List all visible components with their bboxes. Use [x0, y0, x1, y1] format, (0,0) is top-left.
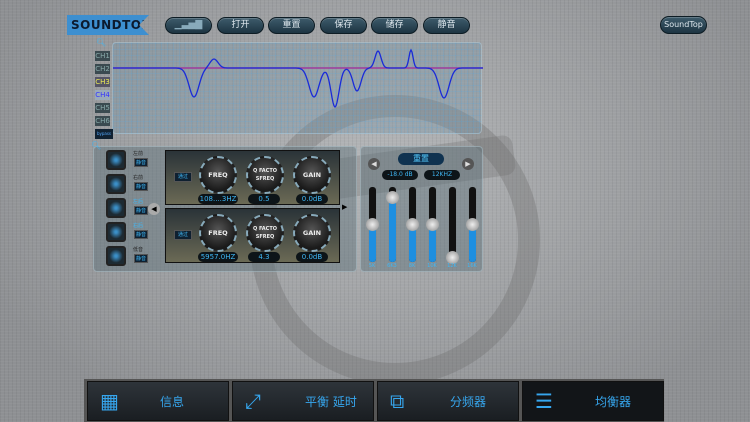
q-knob[interactable]: Q FACTO SFREQ: [246, 156, 284, 194]
band-label: 16K: [467, 263, 477, 269]
channel-mute-button[interactable]: 静音: [134, 206, 148, 215]
nav-tab[interactable]: ⧉ 分频器: [377, 381, 519, 421]
slider-thumb[interactable]: [366, 217, 379, 231]
band-gain-value: -18.0 dB: [382, 170, 418, 180]
soundtop-logo: SOUNDTOP: [67, 15, 149, 35]
channel-label: 左后: [133, 199, 144, 205]
gain-knob[interactable]: GAIN: [293, 214, 331, 252]
slider-thumb[interactable]: [406, 217, 419, 231]
nav-tab[interactable]: ⤢ 平衡 延时: [232, 381, 374, 421]
soundtop-button[interactable]: SoundTop: [660, 16, 707, 34]
q-value: 4.3: [248, 252, 280, 262]
grid-icon: ▦: [100, 389, 119, 413]
band-slider[interactable]: [446, 187, 459, 265]
mute-button[interactable]: 静音: [423, 17, 470, 34]
next-band-icon[interactable]: ▶: [462, 158, 474, 170]
freq-value: 5957.0HZ: [198, 252, 238, 262]
channel-ch1[interactable]: CH1: [95, 51, 110, 61]
band-reset-button[interactable]: 重置: [398, 153, 444, 165]
save-button[interactable]: 保存: [320, 17, 367, 34]
freq-value: 108....3HZ: [198, 194, 238, 204]
q-value: 0.5: [248, 194, 280, 204]
channel-ch3[interactable]: CH3: [95, 77, 110, 87]
channel-label: 右后: [133, 223, 144, 229]
band-label: 6K3: [387, 263, 397, 269]
q-knob[interactable]: Q FACTO SFREQ: [246, 214, 284, 252]
zoom-icon[interactable]: 🔍︎: [96, 38, 106, 47]
freq-knob[interactable]: FREQ: [199, 214, 237, 252]
band-slider[interactable]: [386, 187, 399, 262]
channel-label: 低音: [133, 247, 144, 253]
channel-mute-button[interactable]: 静音: [134, 230, 148, 239]
band-label: 10K: [427, 263, 437, 269]
list-icon: ☰: [535, 389, 553, 413]
band-slider[interactable]: [406, 187, 419, 262]
channel-mute-button[interactable]: 静音: [134, 254, 148, 263]
channel-icon-button[interactable]: [106, 174, 126, 194]
next-arrow-icon[interactable]: ▶: [342, 203, 347, 211]
slider-thumb[interactable]: [426, 217, 439, 231]
band-label: 8K: [408, 263, 416, 269]
eq-curve: [113, 48, 483, 109]
eq-graph: [112, 42, 483, 134]
nav-label: 分频器: [450, 394, 487, 409]
channel-ch2[interactable]: CH2: [95, 64, 110, 74]
channel-ch4[interactable]: CH4: [95, 90, 110, 100]
nav-tab[interactable]: ☰ 均衡器: [522, 381, 664, 421]
nav-label: 平衡 延时: [305, 394, 357, 409]
reset-button[interactable]: 重置: [268, 17, 315, 34]
nav-label: 信息: [160, 394, 185, 409]
freq-knob[interactable]: FREQ: [199, 156, 237, 194]
band-label: 5K: [368, 263, 376, 269]
channel-mute-button[interactable]: 静音: [134, 182, 148, 191]
store-button[interactable]: 储存: [371, 17, 418, 34]
channel-icon-button[interactable]: [106, 222, 126, 242]
nav-label: 均衡器: [595, 394, 632, 409]
band-slider[interactable]: [466, 187, 479, 262]
gain-value: 0.0dB: [296, 194, 328, 204]
slider-thumb[interactable]: [466, 217, 479, 231]
gain-knob[interactable]: GAIN: [293, 156, 331, 194]
channel-label: 左前: [133, 151, 144, 157]
open-button[interactable]: 打开: [217, 17, 264, 34]
filter-type-button[interactable]: 通过: [174, 230, 192, 240]
channel-icon-button[interactable]: [106, 150, 126, 170]
band-freq-value: 12KHZ: [424, 170, 460, 180]
nav-tab[interactable]: ▦ 信息: [87, 381, 229, 421]
band-label: 12K: [447, 263, 457, 269]
channel-icon-button[interactable]: [106, 198, 126, 218]
expand-icon: ⤢: [245, 389, 261, 413]
zoom-icon[interactable]: 🔍︎: [91, 141, 101, 150]
channel-icon-button[interactable]: [106, 246, 126, 266]
crossover-icon: ⧉: [390, 389, 405, 413]
channel-label: 右前: [133, 175, 144, 181]
band-slider[interactable]: [366, 187, 379, 262]
gain-value: 0.0dB: [296, 252, 328, 262]
signal-button[interactable]: ▁▃▅▇: [165, 17, 212, 34]
channel-ch5[interactable]: CH5: [95, 103, 110, 113]
channel-mute-button[interactable]: 静音: [134, 158, 148, 167]
bypass-button[interactable]: bypass: [95, 129, 113, 139]
channel-ch6[interactable]: CH6: [95, 116, 110, 126]
band-slider[interactable]: [426, 187, 439, 262]
filter-type-button[interactable]: 通过: [174, 172, 192, 182]
prev-arrow-icon[interactable]: ◀: [148, 203, 160, 215]
signal-bars-icon: ▁▃▅▇: [174, 20, 203, 30]
prev-band-icon[interactable]: ◀: [368, 158, 380, 170]
